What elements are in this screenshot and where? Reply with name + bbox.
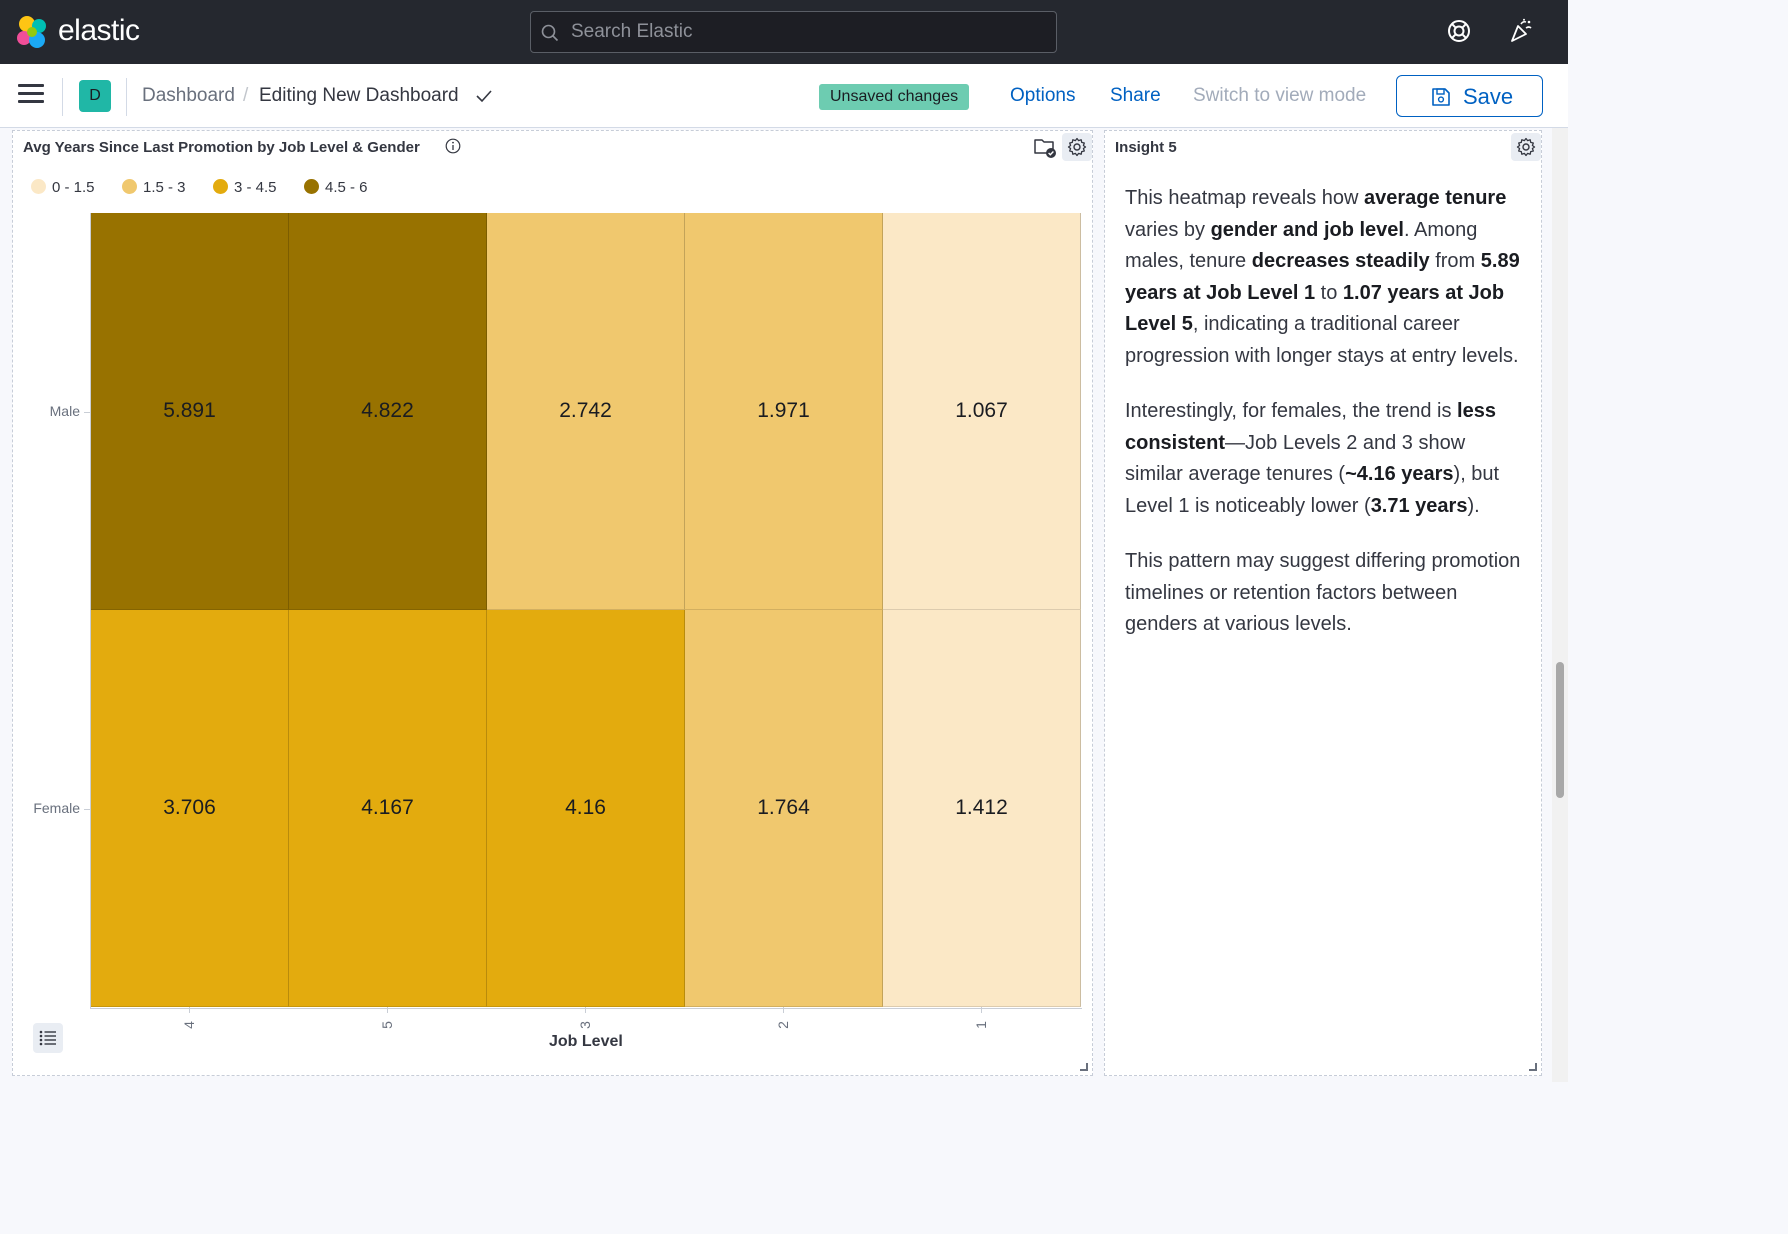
panel-title: Avg Years Since Last Promotion by Job Le…: [23, 139, 420, 156]
gear-icon: [1067, 137, 1087, 157]
legend-label: 0 - 1.5: [52, 179, 95, 196]
insight-paragraph: Interestingly, for females, the trend is…: [1125, 396, 1525, 522]
newsfeed-party-icon[interactable]: [1508, 18, 1534, 44]
heatmap-cell[interactable]: 4.16: [487, 610, 685, 1007]
legend-item[interactable]: 0 - 1.5: [31, 179, 95, 196]
space-avatar[interactable]: D: [79, 80, 111, 112]
insight-emphasis: average tenure: [1364, 187, 1507, 209]
folder-check-icon[interactable]: [1033, 135, 1057, 159]
options-button[interactable]: Options: [1010, 85, 1075, 107]
info-icon[interactable]: [445, 138, 461, 154]
divider: [62, 78, 63, 116]
insight-text-run: ).: [1467, 494, 1480, 517]
save-disk-icon: [1432, 88, 1450, 106]
top-nav-bar: elastic: [0, 0, 1568, 64]
heatmap-cell[interactable]: 1.412: [883, 610, 1081, 1007]
heatmap-cell[interactable]: 4.822: [289, 213, 487, 610]
x-tick-mark: [585, 1007, 586, 1013]
insight-emphasis: 3.71 years: [1370, 494, 1468, 517]
y-tick-mark: [84, 808, 90, 810]
x-axis-label: Job Level: [549, 1033, 623, 1050]
help-lifebuoy-icon[interactable]: [1446, 18, 1472, 44]
x-tick-label: 5: [379, 1021, 395, 1029]
insight-panel: Insight 5 This heatmap reveals how avera…: [1104, 130, 1542, 1076]
panel-title: Insight 5: [1115, 139, 1177, 156]
insight-paragraph: This pattern may suggest differing promo…: [1125, 546, 1525, 641]
insight-text-run: from: [1429, 250, 1481, 272]
x-tick-mark: [387, 1007, 388, 1013]
heatmap-cell[interactable]: 5.891: [91, 213, 289, 610]
search-box[interactable]: [530, 11, 1057, 53]
legend-item[interactable]: 4.5 - 6: [304, 179, 368, 196]
heatmap-cell[interactable]: 4.167: [289, 610, 487, 1007]
save-button-label: Save: [1463, 84, 1514, 109]
x-tick-label: 2: [775, 1021, 791, 1029]
y-tick-label: Female: [33, 799, 80, 816]
panel-settings-button[interactable]: [1062, 133, 1092, 161]
switch-to-view-mode-button[interactable]: Switch to view mode: [1193, 85, 1366, 107]
dashboard-header: D Dashboard / Editing New Dashboard Unsa…: [0, 64, 1568, 128]
insight-emphasis: decreases steadily: [1251, 250, 1430, 272]
list-icon: [39, 1030, 56, 1046]
x-tick-mark: [783, 1007, 784, 1013]
legend-label: 4.5 - 6: [325, 179, 368, 196]
heatmap-cell[interactable]: 1.764: [685, 610, 883, 1007]
legend-swatch: [31, 179, 46, 194]
insight-text-run: varies by: [1125, 218, 1211, 241]
share-button[interactable]: Share: [1110, 85, 1161, 107]
divider: [126, 78, 127, 116]
panel-resize-handle[interactable]: [1080, 1063, 1088, 1071]
insight-emphasis: ~4.16 years: [1345, 463, 1454, 485]
x-tick-mark: [189, 1007, 190, 1013]
gear-icon: [1516, 137, 1536, 157]
insight-text-run: This heatmap reveals how: [1125, 187, 1365, 209]
legend-label: 1.5 - 3: [143, 179, 186, 196]
legend-swatch: [213, 179, 228, 194]
page-scrollbar[interactable]: [1552, 128, 1568, 1082]
legend-swatch: [304, 179, 319, 194]
insight-text: This heatmap reveals how average tenure …: [1125, 183, 1525, 665]
heatmap-cell[interactable]: 2.742: [487, 213, 685, 610]
x-tick-mark: [981, 1007, 982, 1013]
x-tick-label: 3: [577, 1021, 593, 1029]
checkmark-icon[interactable]: [474, 86, 494, 106]
breadcrumb-separator: /: [243, 85, 249, 106]
breadcrumb-dashboard[interactable]: Dashboard: [142, 85, 235, 107]
legend-toggle-button[interactable]: [33, 1023, 63, 1053]
y-tick-label: Male: [49, 402, 80, 419]
heatmap-cell[interactable]: 3.706: [91, 610, 289, 1007]
heatmap-panel: Avg Years Since Last Promotion by Job Le…: [12, 130, 1093, 1076]
heatmap-cell[interactable]: 1.067: [883, 213, 1081, 610]
insight-text-run: to: [1315, 281, 1343, 304]
y-tick-mark: [84, 411, 90, 413]
search-input[interactable]: [571, 12, 1051, 52]
save-button[interactable]: Save: [1396, 75, 1543, 117]
elastic-logo-icon[interactable]: [14, 14, 50, 50]
insight-paragraph: This heatmap reveals how average tenure …: [1125, 183, 1525, 372]
x-tick-label: 1: [973, 1021, 989, 1029]
x-tick-label: 4: [181, 1021, 197, 1029]
insight-text-run: This pattern may suggest differing promo…: [1125, 550, 1521, 635]
legend-swatch: [122, 179, 137, 194]
heatmap-cell[interactable]: 1.971: [685, 213, 883, 610]
brand-name[interactable]: elastic: [58, 14, 140, 48]
legend-item[interactable]: 3 - 4.5: [213, 179, 277, 196]
search-icon: [541, 24, 559, 42]
breadcrumb-current: Editing New Dashboard: [259, 85, 459, 106]
legend-item[interactable]: 1.5 - 3: [122, 179, 186, 196]
panel-resize-handle[interactable]: [1529, 1063, 1537, 1071]
legend-label: 3 - 4.5: [234, 179, 277, 196]
unsaved-changes-badge: Unsaved changes: [819, 84, 970, 110]
hamburger-menu-icon[interactable]: [18, 84, 44, 108]
panel-settings-button[interactable]: [1511, 133, 1541, 161]
insight-text-run: Interestingly, for females, the trend is: [1125, 400, 1458, 422]
insight-emphasis: gender and job level: [1210, 218, 1404, 241]
heatmap-grid: 5.891 4.822 2.742 1.971 1.067 3.706 4.167 4.16 1…: [90, 213, 1082, 1009]
scrollbar-thumb[interactable]: [1556, 662, 1564, 798]
